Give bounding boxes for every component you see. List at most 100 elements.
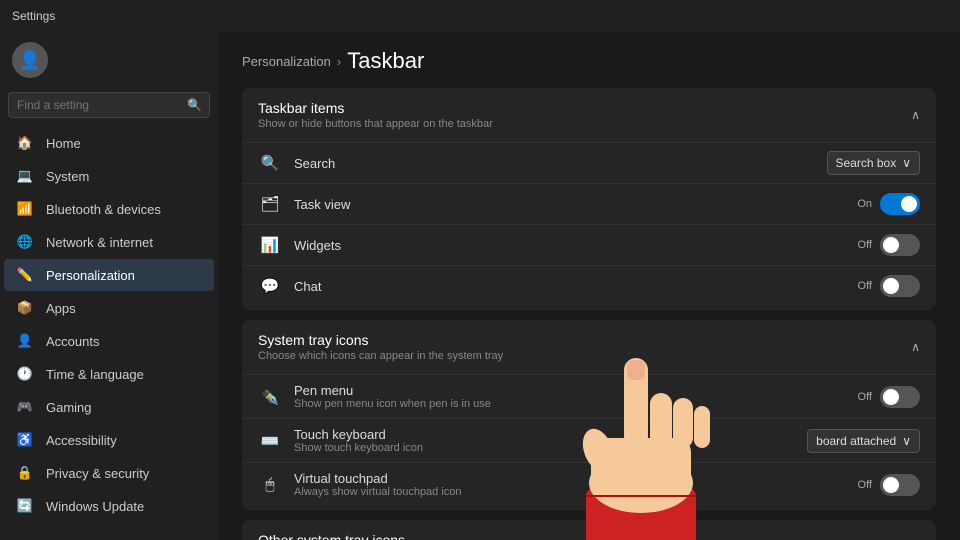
setting-icon-task_view: 🗂 [258,192,282,216]
section-taskbar_items: Taskbar items Show or hide buttons that … [242,88,936,310]
breadcrumb-separator: › [337,54,341,69]
settings-title: Settings [12,9,55,23]
sidebar-item-network[interactable]: 🌐 Network & internet [4,226,214,258]
nav-label-accessibility: Accessibility [46,433,117,448]
setting-row-virtual_touchpad: 🖱 Virtual touchpad Always show virtual t… [242,462,936,506]
section-system_tray_icons: System tray icons Choose which icons can… [242,320,936,510]
setting-info-chat: Chat [294,279,846,294]
section-header-taskbar_items[interactable]: Taskbar items Show or hide buttons that … [242,88,936,142]
nav-icon-personalization: ✏️ [16,266,34,284]
sidebar-search-icon: 🔍 [187,98,202,112]
avatar: 👤 [12,42,48,78]
sidebar-search-box[interactable]: 🔍 [8,92,210,118]
section-body-taskbar_items: 🔍 Search Search box ∨ 🗂 [242,142,936,310]
setting-row-pen_menu: ✒️ Pen menu Show pen menu icon when pen … [242,374,936,418]
nav-icon-bluetooth: 📶 [16,200,34,218]
sidebar-item-system[interactable]: 💻 System [4,160,214,192]
sidebar-item-time[interactable]: 🕐 Time & language [4,358,214,390]
toggle-label-pen_menu: Off [858,391,872,403]
section-title-system_tray_icons: System tray icons [258,332,503,348]
setting-info-task_view: Task view [294,197,845,212]
nav-icon-home: 🏠 [16,134,34,152]
sections-container: Taskbar items Show or hide buttons that … [242,88,936,540]
sidebar-item-privacy[interactable]: 🔒 Privacy & security [4,457,214,489]
toggle-label-widgets: Off [858,239,872,251]
sidebar-item-bluetooth[interactable]: 📶 Bluetooth & devices [4,193,214,225]
toggle-virtual_touchpad[interactable] [880,474,920,496]
sidebar-item-personalization[interactable]: ✏️ Personalization [4,259,214,291]
section-header-left-taskbar_items: Taskbar items Show or hide buttons that … [258,100,493,130]
setting-sublabel-pen_menu: Show pen menu icon when pen is in use [294,398,846,410]
sidebar-item-gaming[interactable]: 🎮 Gaming [4,391,214,423]
sidebar-item-apps[interactable]: 📦 Apps [4,292,214,324]
setting-info-virtual_touchpad: Virtual touchpad Always show virtual tou… [294,471,846,498]
nav-label-windows_update: Windows Update [46,499,144,514]
section-subtitle-taskbar_items: Show or hide buttons that appear on the … [258,118,493,130]
setting-label-pen_menu: Pen menu [294,383,846,398]
sidebar-item-windows_update[interactable]: 🔄 Windows Update [4,490,214,522]
section-header-left-system_tray_icons: System tray icons Choose which icons can… [258,332,503,362]
nav-icon-windows_update: 🔄 [16,497,34,515]
toggle-chat[interactable] [880,275,920,297]
toggle-label-task_view: On [857,198,872,210]
dropdown-value-touch_keyboard: board attached [816,434,896,448]
nav-label-apps: Apps [46,301,76,316]
nav-label-network: Network & internet [46,235,153,250]
sidebar-item-accounts[interactable]: 👤 Accounts [4,325,214,357]
section-other_system_tray: Other system tray icons Show or hide add… [242,520,936,540]
nav-icon-system: 💻 [16,167,34,185]
setting-label-virtual_touchpad: Virtual touchpad [294,471,846,486]
sidebar-item-home[interactable]: 🏠 Home [4,127,214,159]
toggle-thumb-widgets [883,237,899,253]
dropdown-touch_keyboard[interactable]: board attached ∨ [807,429,920,453]
nav-icon-accounts: 👤 [16,332,34,350]
dropdown-value-search: Search box [836,156,897,170]
nav-icon-accessibility: ♿ [16,431,34,449]
toggle-pen_menu[interactable] [880,386,920,408]
setting-icon-touch_keyboard: ⌨️ [258,429,282,453]
toggle-label-virtual_touchpad: Off [858,479,872,491]
user-profile: 👤 [0,32,218,88]
chevron-icon-system_tray_icons: ∧ [911,340,920,354]
nav-label-gaming: Gaming [46,400,92,415]
section-body-system_tray_icons: ✒️ Pen menu Show pen menu icon when pen … [242,374,936,510]
nav-icon-network: 🌐 [16,233,34,251]
dropdown-search[interactable]: Search box ∨ [827,151,921,175]
sidebar-item-accessibility[interactable]: ♿ Accessibility [4,424,214,456]
setting-info-touch_keyboard: Touch keyboard Show touch keyboard icon [294,427,795,454]
setting-sublabel-virtual_touchpad: Always show virtual touchpad icon [294,486,846,498]
sidebar-search-input[interactable] [8,92,210,118]
setting-info-pen_menu: Pen menu Show pen menu icon when pen is … [294,383,846,410]
nav-label-privacy: Privacy & security [46,466,149,481]
section-header-other_system_tray[interactable]: Other system tray icons Show or hide add… [242,520,936,540]
chevron-icon-taskbar_items: ∧ [911,108,920,122]
setting-row-chat: 💬 Chat Off [242,265,936,306]
main-content: Personalization › Taskbar Taskbar items … [218,32,960,540]
nav-icon-apps: 📦 [16,299,34,317]
setting-icon-widgets: 📊 [258,233,282,257]
toggle-widgets[interactable] [880,234,920,256]
setting-icon-chat: 💬 [258,274,282,298]
setting-icon-virtual_touchpad: 🖱 [258,473,282,497]
section-header-system_tray_icons[interactable]: System tray icons Choose which icons can… [242,320,936,374]
setting-icon-search: 🔍 [258,151,282,175]
nav-menu: 🏠 Home 💻 System 📶 Bluetooth & devices 🌐 … [0,126,218,523]
nav-label-system: System [46,169,89,184]
section-title-taskbar_items: Taskbar items [258,100,493,116]
setting-label-chat: Chat [294,279,846,294]
control-chat: Off [858,275,920,297]
nav-icon-gaming: 🎮 [16,398,34,416]
nav-label-time: Time & language [46,367,144,382]
breadcrumb: Personalization › Taskbar [242,48,936,74]
setting-label-search: Search [294,156,815,171]
toggle-thumb-virtual_touchpad [883,477,899,493]
control-widgets: Off [858,234,920,256]
setting-icon-pen_menu: ✒️ [258,385,282,409]
nav-icon-privacy: 🔒 [16,464,34,482]
toggle-task_view[interactable] [880,193,920,215]
setting-row-search: 🔍 Search Search box ∨ [242,142,936,183]
setting-label-touch_keyboard: Touch keyboard [294,427,795,442]
control-touch_keyboard: board attached ∨ [807,429,920,453]
toggle-thumb-chat [883,278,899,294]
control-search: Search box ∨ [827,151,921,175]
